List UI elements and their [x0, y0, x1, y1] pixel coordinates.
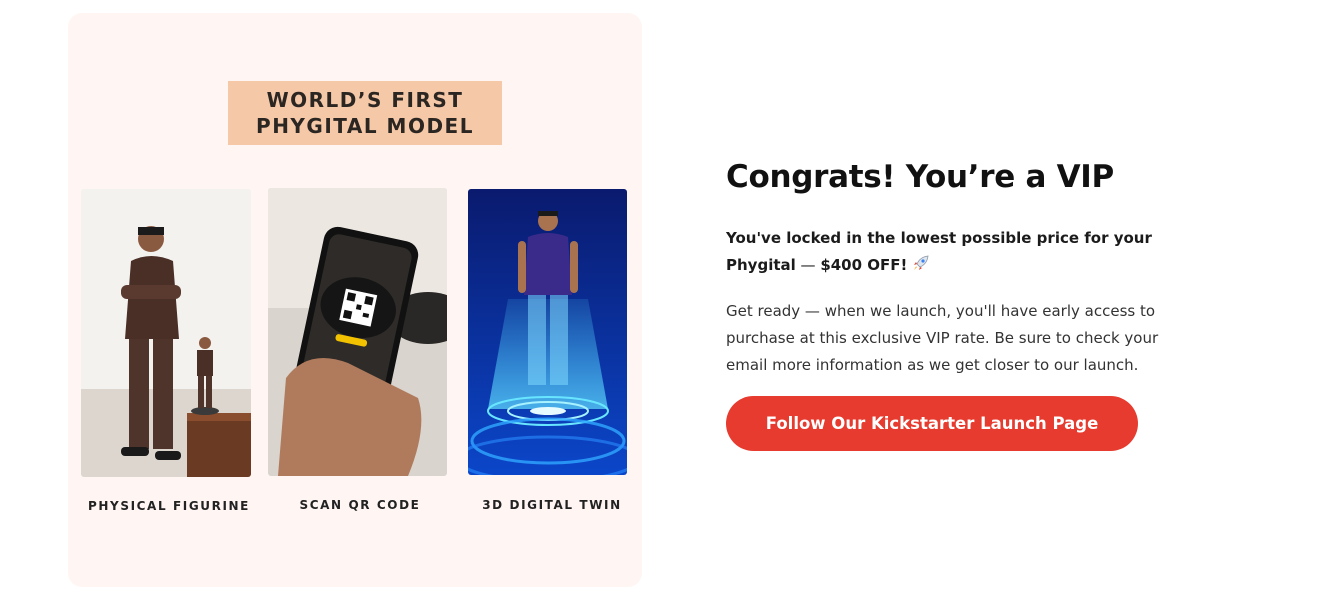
kickstarter-launch-button[interactable]: Follow Our Kickstarter Launch Page — [726, 396, 1138, 451]
promo-title-line2: PHYGITAL MODEL — [256, 114, 474, 138]
lead-text-main: You've locked in the lowest possible pri… — [726, 229, 1152, 274]
lead-text: You've locked in the lowest possible pri… — [726, 225, 1166, 282]
rocket-icon — [911, 253, 931, 282]
caption-physical-figurine: PHYSICAL FIGURINE — [88, 499, 250, 513]
promo-title-badge: WORLD’S FIRST PHYGITAL MODEL — [228, 81, 502, 145]
caption-scan-qr-code: SCAN QR CODE — [299, 498, 421, 512]
physical-figurine-photo — [81, 189, 251, 477]
digital-twin-render — [468, 189, 627, 475]
discount-amount: $400 OFF! — [820, 256, 908, 274]
confirmation-content: Congrats! You’re a VIP You've locked in … — [726, 155, 1196, 451]
lead-dash: — — [795, 256, 821, 274]
promo-image: WORLD’S FIRST PHYGITAL MODEL PHYSICAL FI… — [68, 13, 642, 587]
promo-title-line1: WORLD’S FIRST — [266, 88, 464, 112]
caption-digital-twin: 3D DIGITAL TWIN — [482, 498, 622, 512]
body-text: Get ready — when we launch, you'll have … — [726, 302, 1159, 374]
page-title: Congrats! You’re a VIP — [726, 159, 1114, 195]
scan-qr-photo — [268, 188, 447, 476]
